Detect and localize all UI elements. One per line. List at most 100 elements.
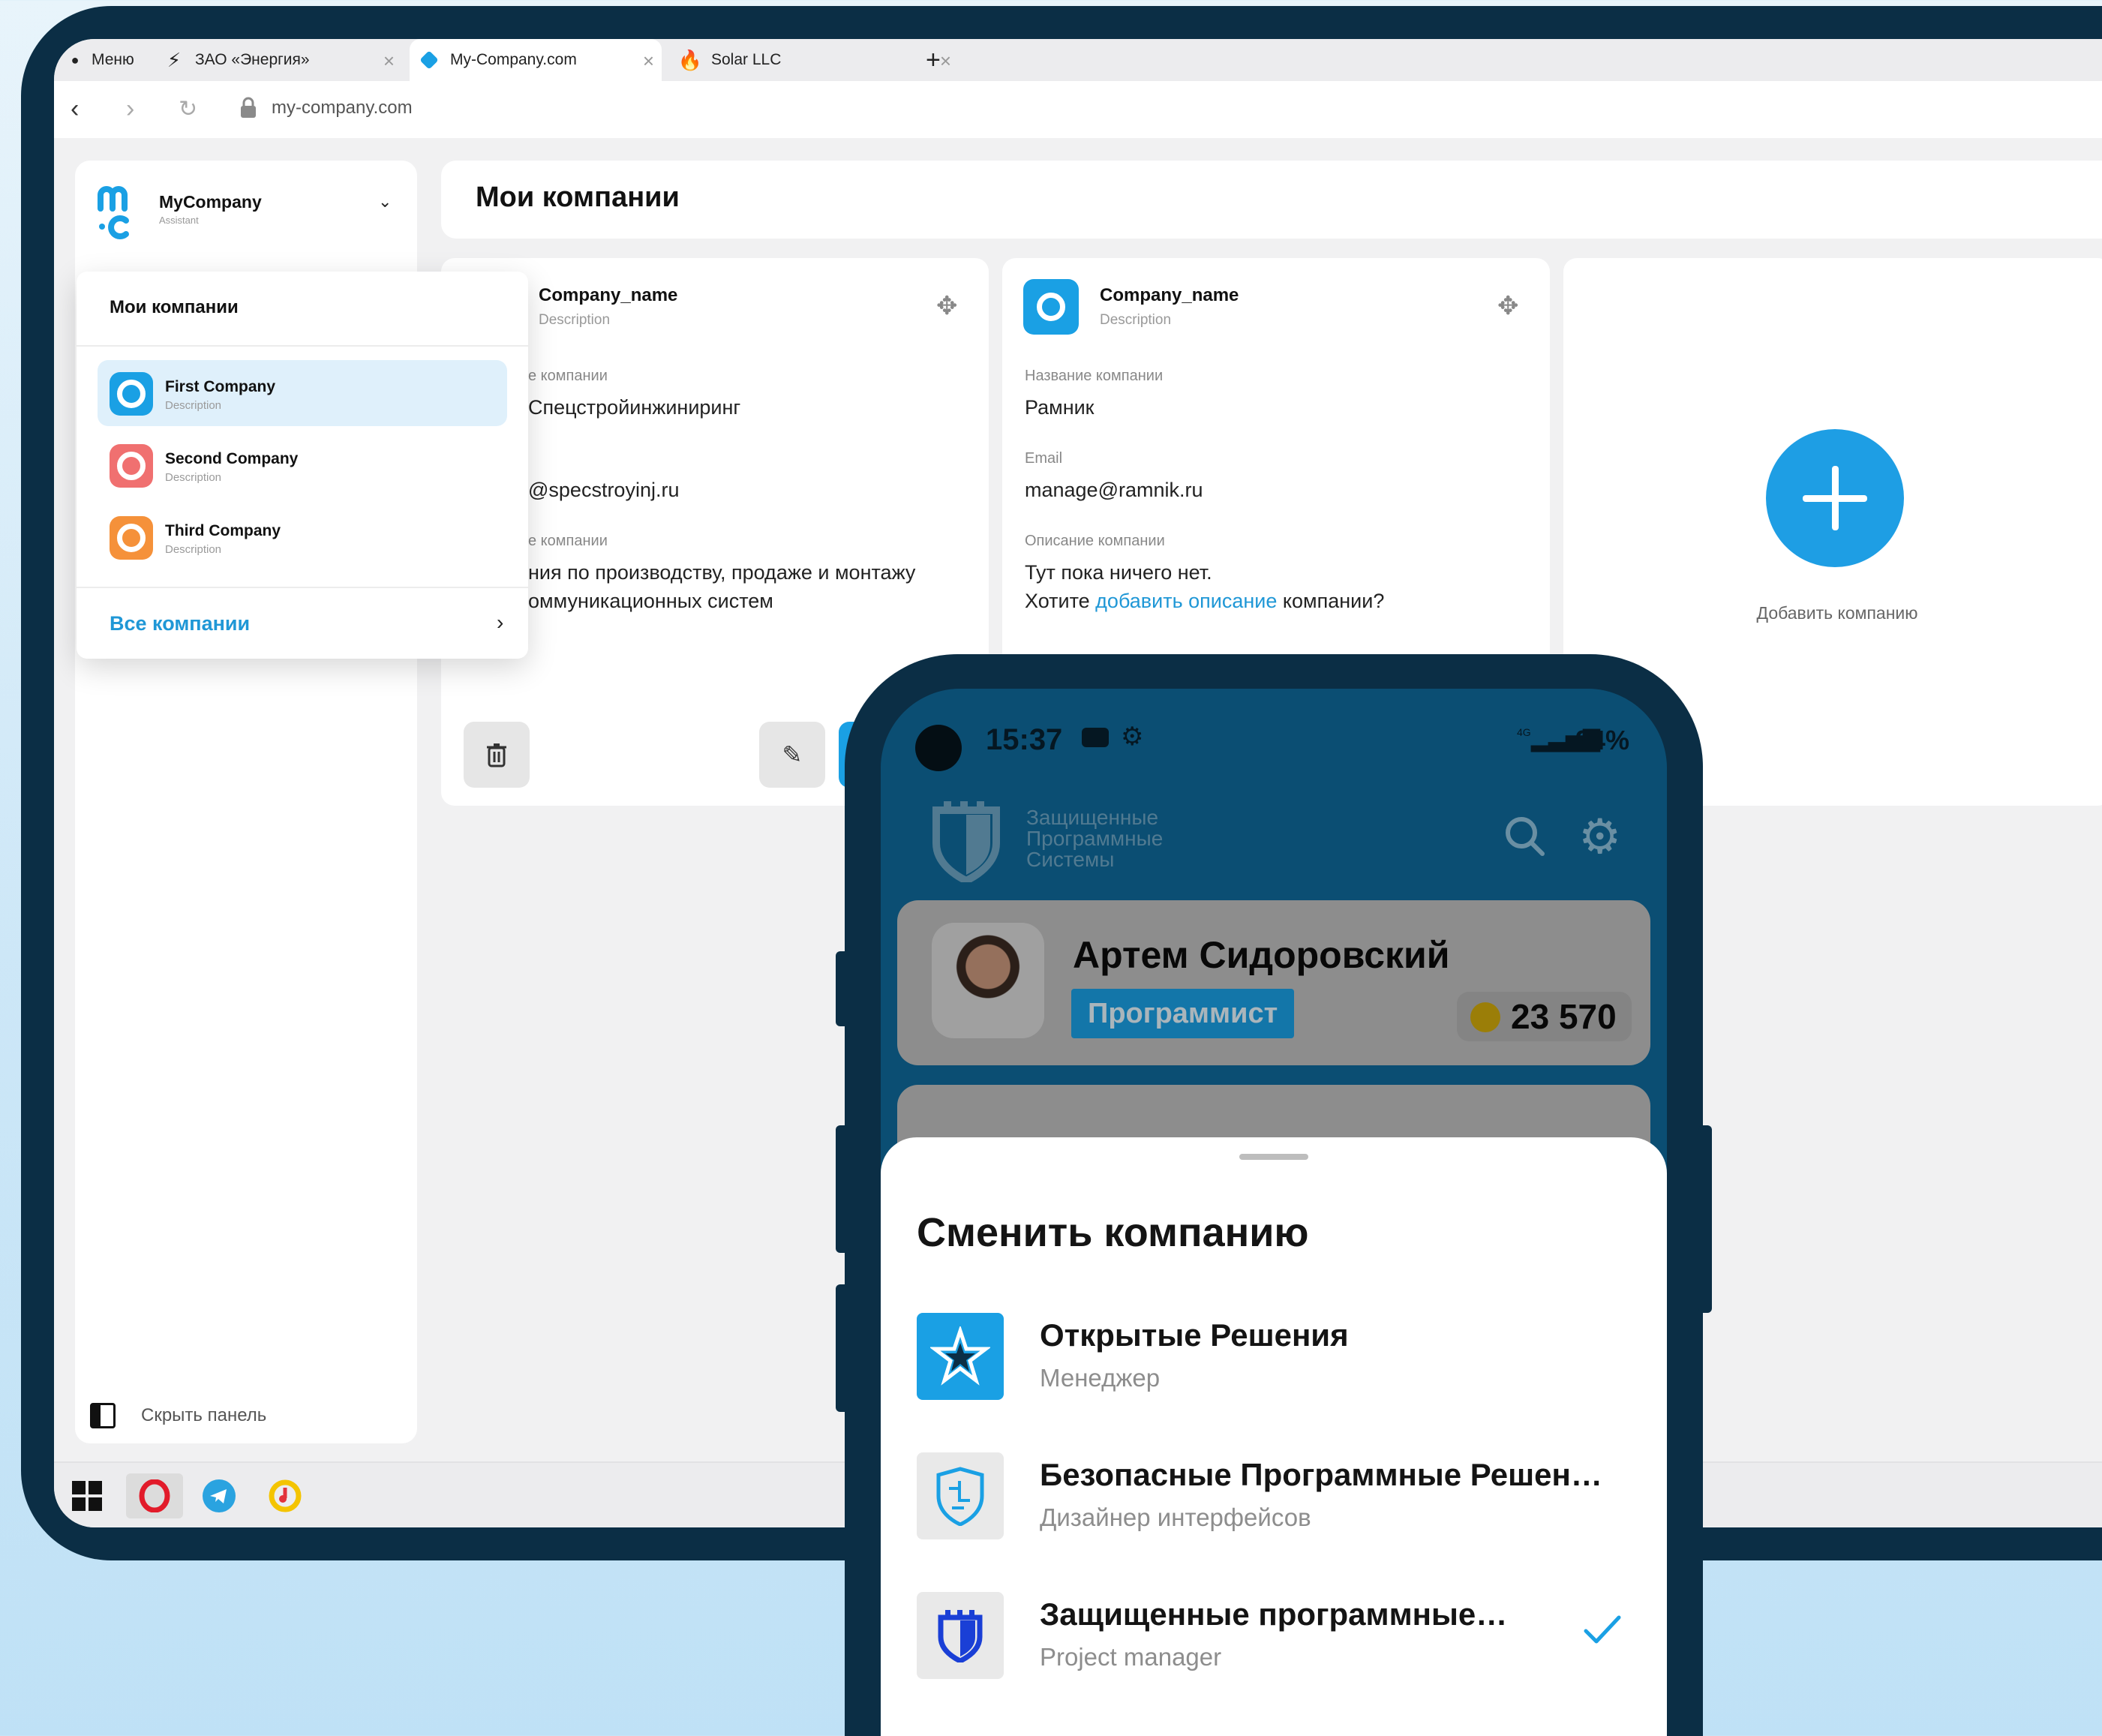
option-name: Безопасные Программные Решен… <box>1040 1457 1602 1492</box>
hide-panel-label: Скрыть панель <box>141 1405 267 1425</box>
menu-tab[interactable]: ● Меню <box>68 39 134 81</box>
field-label: Email <box>1025 450 1063 467</box>
checkmark-icon <box>1584 1615 1621 1644</box>
move-icon[interactable]: ✥ <box>1497 291 1519 321</box>
opera-browser-icon[interactable] <box>126 1473 183 1518</box>
shield-logo-icon <box>917 1592 1004 1679</box>
url-field[interactable]: my-company.com <box>272 98 413 119</box>
menu-dot-icon: ● <box>71 52 80 68</box>
option-role: Project manager <box>1040 1643 1222 1671</box>
description-line: оммуникационных систем <box>528 590 773 612</box>
company-name-value: Спецстройинжиниринг <box>528 396 741 419</box>
field-label: Название компании <box>1025 368 1164 384</box>
dropdown-item-third-company[interactable]: Third Company Description <box>98 504 507 570</box>
phone-button <box>836 951 849 1026</box>
company-switcher[interactable]: MyCompany Assistant ⌄ <box>75 161 417 258</box>
option-name: Открытые Решения <box>1040 1317 1349 1353</box>
description-line: Тут пока ничего нет. <box>1025 561 1212 584</box>
company-description: Description <box>165 399 222 412</box>
tab-energy[interactable]: ⚡ ЗАО «Энергия» × <box>162 39 402 81</box>
tab-label: Меню <box>92 51 134 68</box>
company-option-protected-systems[interactable]: Защищенные программные… Project manager <box>917 1592 1637 1682</box>
company-logo-icon <box>1023 279 1079 335</box>
phone-button <box>836 1284 849 1412</box>
add-company-label: Добавить компанию <box>1756 603 1918 623</box>
lock-icon <box>239 96 258 127</box>
all-companies-link[interactable]: Все компании <box>110 612 250 635</box>
company-option-secure-solutions[interactable]: Безопасные Программные Решен… Дизайнер и… <box>917 1452 1637 1542</box>
flame-icon: 🔥 <box>677 48 703 71</box>
brand-subtitle: Assistant <box>159 215 199 226</box>
edit-button[interactable]: ✎ <box>759 722 825 788</box>
add-description-link[interactable]: добавить описание <box>1095 590 1277 612</box>
tab-label: My-Company.com <box>450 51 577 68</box>
lightning-icon: ⚡ <box>167 48 182 71</box>
field-label: е компании <box>528 368 608 384</box>
option-role: Менеджер <box>1040 1364 1161 1392</box>
close-icon[interactable]: × <box>940 50 951 73</box>
chevron-down-icon[interactable]: ⌄ <box>378 192 392 212</box>
close-icon[interactable]: × <box>643 50 654 73</box>
sheet-title: Сменить компанию <box>917 1210 1309 1255</box>
pencil-icon: ✎ <box>782 741 803 768</box>
add-company-button[interactable] <box>1766 429 1904 567</box>
description-text: компании? <box>1277 590 1385 612</box>
email-value: @specstroyinj.ru <box>528 479 680 501</box>
company-name: Second Company <box>165 450 299 467</box>
divider <box>77 587 528 588</box>
company-diamond-icon <box>417 48 441 72</box>
company-description: Description <box>539 312 611 328</box>
description-text: Хотите <box>1025 590 1096 612</box>
telegram-icon[interactable] <box>197 1473 242 1518</box>
phone-screen: 15:37 ⚙ 4G▂▃▅▇ 94% Защищенные Программны… <box>881 689 1667 1736</box>
chevron-right-icon[interactable]: › <box>497 611 503 635</box>
new-tab-button[interactable]: + <box>926 39 941 81</box>
delete-button[interactable] <box>464 722 530 788</box>
phone-button <box>836 1125 849 1253</box>
windows-start-icon[interactable] <box>65 1473 110 1518</box>
company-logo-icon <box>110 444 153 488</box>
brand-name: MyCompany <box>159 192 262 212</box>
tab-label: ЗАО «Энергия» <box>195 51 310 68</box>
field-label: Описание компании <box>1025 533 1165 549</box>
dropdown-title: Мои компании <box>110 297 239 317</box>
tab-my-company[interactable]: My-Company.com × <box>410 39 662 81</box>
tab-label: Solar LLC <box>711 51 782 68</box>
company-description: Description <box>1100 312 1172 328</box>
dropdown-item-second-company[interactable]: Second Company Description <box>98 432 507 498</box>
field-label: е компании <box>528 533 608 549</box>
description-line: ния по производству, продаже и монтажу <box>528 561 916 584</box>
move-icon[interactable]: ✥ <box>936 291 958 321</box>
option-name: Защищенные программные… <box>1040 1596 1508 1632</box>
switch-company-sheet: Сменить компанию Открытые Решения Менедж… <box>881 1137 1667 1736</box>
trash-icon <box>487 743 506 767</box>
sheet-handle[interactable] <box>1239 1154 1308 1160</box>
back-icon[interactable]: ‹ <box>71 95 79 124</box>
company-description: Description <box>165 543 222 556</box>
page-title: Мои компании <box>476 182 680 213</box>
email-value: manage@ramnik.ru <box>1025 479 1203 501</box>
page-header: Мои компании <box>441 161 2102 239</box>
company-dropdown: Мои компании First Company Description S… <box>77 272 528 659</box>
tab-bar: ● Меню ⚡ ЗАО «Энергия» × My-Company.com … <box>54 39 2102 81</box>
company-name: First Company <box>165 378 276 395</box>
dropdown-item-first-company[interactable]: First Company Description <box>98 360 507 426</box>
address-bar: ‹ › ↻ my-company.com <box>54 81 2102 138</box>
hide-panel-button[interactable]: Скрыть панель <box>90 1403 266 1428</box>
close-icon[interactable]: × <box>383 50 395 73</box>
forward-icon[interactable]: › <box>126 95 134 124</box>
music-app-icon[interactable] <box>263 1473 308 1518</box>
star-logo-icon <box>917 1313 1004 1400</box>
company-logo-icon <box>110 516 153 560</box>
company-name: Third Company <box>165 522 281 539</box>
circuit-shield-icon <box>917 1452 1004 1539</box>
tab-solar[interactable]: 🔥 Solar LLC × <box>669 39 959 81</box>
reload-icon[interactable]: ↻ <box>179 96 197 122</box>
company-name: Company_name <box>1100 285 1239 305</box>
option-role: Дизайнер интерфейсов <box>1040 1503 1311 1531</box>
mycompany-logo-icon <box>98 186 129 239</box>
description-line: Хотите добавить описание компании? <box>1025 587 1384 615</box>
company-option-open-solutions[interactable]: Открытые Решения Менеджер <box>917 1313 1637 1403</box>
phone-button <box>1698 1125 1712 1313</box>
panel-toggle-icon <box>90 1403 116 1428</box>
